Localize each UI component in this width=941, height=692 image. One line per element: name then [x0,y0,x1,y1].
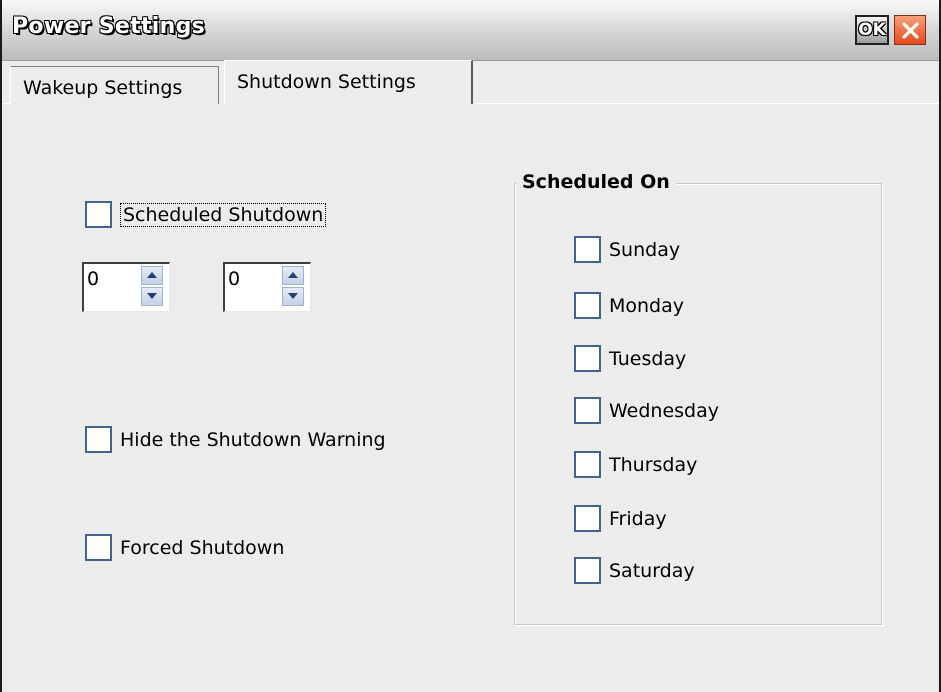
power-settings-window: Power Settings OK Wakeup Settings Shutdo… [0,0,941,692]
spin-up-arrow-icon [288,272,298,278]
friday-checkbox[interactable] [574,505,601,532]
thursday-checkbox[interactable] [574,451,601,478]
hide-warning-checkbox[interactable] [85,426,112,453]
day-option-monday[interactable]: Monday [574,292,684,319]
sunday-checkbox[interactable] [574,236,601,263]
spin-up-arrow-icon [147,272,157,278]
hour-input[interactable]: 0 [87,268,99,290]
day-option-tuesday[interactable]: Tuesday [574,345,686,372]
day-option-saturday[interactable]: Saturday [574,557,695,584]
spin-down-arrow-icon [147,293,157,299]
sunday-label[interactable]: Sunday [609,239,680,261]
tuesday-label[interactable]: Tuesday [609,348,686,370]
day-option-friday[interactable]: Friday [574,505,667,532]
window-title: Power Settings [12,14,206,39]
thursday-label[interactable]: Thursday [609,454,697,476]
minute-decrement-button[interactable] [282,287,304,306]
forced-shutdown-checkbox[interactable] [85,534,112,561]
tab-panel-border [474,103,939,104]
monday-checkbox[interactable] [574,292,601,319]
wednesday-checkbox[interactable] [574,397,601,424]
hour-increment-button[interactable] [141,266,163,285]
minute-input[interactable]: 0 [228,268,240,290]
ok-button[interactable]: OK [855,15,889,45]
hide-warning-option[interactable]: Hide the Shutdown Warning [85,426,386,453]
hour-decrement-button[interactable] [141,287,163,306]
forced-shutdown-label[interactable]: Forced Shutdown [120,537,284,559]
title-bar[interactable]: Power Settings OK [2,0,939,61]
close-button[interactable] [894,15,926,45]
tab-wakeup-settings[interactable]: Wakeup Settings [10,66,219,104]
monday-label[interactable]: Monday [609,295,684,317]
hour-stepper[interactable]: 0 [82,262,170,312]
day-option-sunday[interactable]: Sunday [574,236,680,263]
wednesday-label[interactable]: Wednesday [609,400,719,422]
scheduled-shutdown-option[interactable]: Scheduled Shutdown [85,201,327,228]
scheduled-on-title: Scheduled On [516,171,676,193]
scheduled-shutdown-checkbox[interactable] [85,201,112,228]
saturday-label[interactable]: Saturday [609,560,695,582]
tab-shutdown-settings[interactable]: Shutdown Settings [224,60,473,104]
forced-shutdown-option[interactable]: Forced Shutdown [85,534,284,561]
scheduled-shutdown-label[interactable]: Scheduled Shutdown [120,202,327,227]
saturday-checkbox[interactable] [574,557,601,584]
friday-label[interactable]: Friday [609,508,667,530]
day-option-thursday[interactable]: Thursday [574,451,697,478]
minute-stepper[interactable]: 0 [223,262,311,312]
minute-increment-button[interactable] [282,266,304,285]
tab-panel-border [2,103,11,104]
spin-down-arrow-icon [288,293,298,299]
hide-warning-label[interactable]: Hide the Shutdown Warning [120,429,386,451]
tuesday-checkbox[interactable] [574,345,601,372]
close-x-icon [902,22,919,39]
day-option-wednesday[interactable]: Wednesday [574,397,719,424]
